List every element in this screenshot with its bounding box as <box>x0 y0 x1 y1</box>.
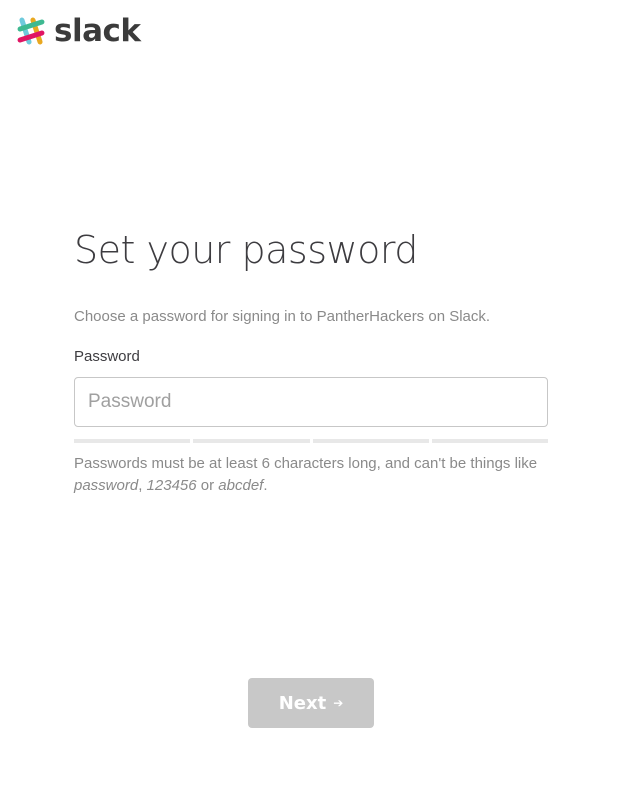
strength-segment <box>312 439 429 443</box>
next-button[interactable]: Next ➔ <box>248 678 374 728</box>
password-hint: Passwords must be at least 6 characters … <box>74 453 548 497</box>
password-input[interactable] <box>74 377 548 427</box>
hint-separator: , <box>138 477 147 494</box>
hint-example: abcdef <box>218 477 264 494</box>
hint-example: password <box>74 477 139 494</box>
arrow-right-icon: ➔ <box>333 696 344 710</box>
hint-separator: or <box>196 477 219 494</box>
strength-segment <box>74 439 191 443</box>
logo-wordmark: slack <box>54 13 141 49</box>
strength-segment <box>431 439 548 443</box>
set-password-form: Set your password Choose a password for … <box>74 224 548 497</box>
form-description: Choose a password for signing in to Pant… <box>74 308 491 325</box>
page-title: Set your password <box>74 228 418 272</box>
hint-suffix: . <box>263 477 268 494</box>
hint-example: 123456 <box>146 477 197 494</box>
password-strength-meter <box>74 439 548 443</box>
hint-text: Passwords must be at least 6 characters … <box>74 455 538 472</box>
slack-hash-icon <box>17 17 45 45</box>
strength-segment <box>193 439 310 443</box>
next-button-label: Next <box>278 692 327 714</box>
password-label: Password <box>74 348 140 365</box>
slack-logo[interactable]: slack <box>14 14 141 48</box>
